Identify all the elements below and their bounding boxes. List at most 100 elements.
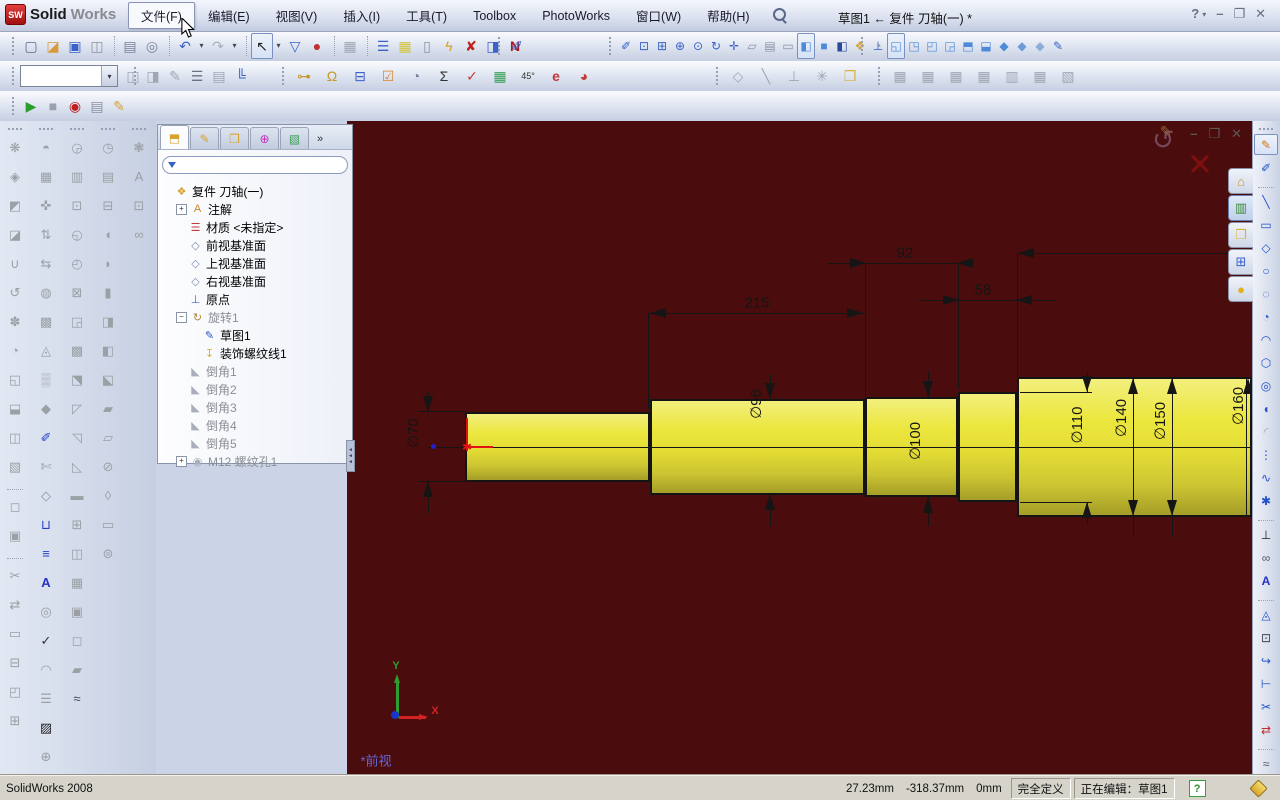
restore-button[interactable]: ❐	[1233, 6, 1245, 22]
equations[interactable]: Σ	[430, 63, 458, 89]
note[interactable]: A	[34, 569, 58, 596]
isometric-view[interactable]: ◆	[995, 33, 1013, 59]
tangent-arc[interactable]: ◠	[1254, 329, 1278, 350]
select-dropdown[interactable]: ▾	[273, 33, 284, 59]
text[interactable]: A	[1254, 570, 1278, 591]
tree-item[interactable]: ◣ 倒角4	[158, 416, 352, 434]
help-button[interactable]: ?	[1191, 6, 1199, 22]
display-delete-relations[interactable]: ∞	[1254, 547, 1278, 568]
wireframe[interactable]: ▱	[743, 33, 761, 59]
back-view[interactable]: ◳	[905, 33, 923, 59]
toolbar-chevron[interactable]: ≈	[65, 685, 89, 712]
left-view[interactable]: ◰	[923, 33, 941, 59]
macro-run[interactable]: ▶	[20, 93, 42, 119]
plane[interactable]: ⊥	[1254, 524, 1278, 545]
tree-item[interactable]: ✎ 草图1	[158, 326, 352, 344]
tree-item[interactable]: ◣ 倒角5	[158, 434, 352, 452]
sketch-entity[interactable]: ✐	[34, 424, 58, 451]
print-preview[interactable]: ◎	[141, 33, 163, 59]
tree-item[interactable]: ◇ 上视基准面	[158, 254, 352, 272]
tree-filter-input[interactable]	[162, 156, 348, 174]
doc-close-button[interactable]: ✕	[1231, 126, 1242, 142]
shaded-with-edges[interactable]: ◧	[797, 33, 815, 59]
graphics-viewport[interactable]: – ❐ ✕ ↺ ✎ ✕ 215 92 58 ∅70 ∅96 ∅100 ∅110 ∅140 ∅150…	[347, 121, 1252, 775]
zoom-to-selection[interactable]: ⊙	[689, 33, 707, 59]
right-view[interactable]: ◲	[941, 33, 959, 59]
open-document[interactable]: ◪	[42, 33, 64, 59]
layer-combobox[interactable]: ▾	[20, 65, 118, 87]
save[interactable]: ▣	[64, 33, 86, 59]
undo-dropdown[interactable]: ▾	[196, 33, 207, 59]
chevron-down-icon[interactable]: ▾	[101, 66, 117, 86]
tree-item[interactable]: ❖ 复件 刀轴(一)	[158, 182, 352, 200]
convert-entities[interactable]: ⊡	[1254, 627, 1278, 648]
sketch-point[interactable]	[391, 711, 399, 719]
panel-splitter-handle[interactable]: ◄ ◄ ◄	[346, 440, 355, 472]
centerline[interactable]: ⋮	[1254, 444, 1278, 465]
sketch-point[interactable]	[430, 443, 436, 449]
perimeter-circle[interactable]: ◌	[1254, 283, 1278, 304]
sketch-picture[interactable]: ◬	[1254, 604, 1278, 625]
zoom-in-out[interactable]: ⊕	[671, 33, 689, 59]
sketch[interactable]: ✎	[1254, 134, 1278, 155]
view-palette-tab[interactable]: ⊞	[1228, 249, 1253, 275]
view-orientation[interactable]: ✎	[1049, 33, 1067, 59]
minimize-button[interactable]: –	[1216, 6, 1223, 22]
new-document[interactable]: ▢	[20, 33, 42, 59]
menu-item-t[interactable]: 工具(T)	[393, 2, 460, 29]
featuremanager-tab[interactable]: ⬒	[160, 125, 189, 149]
attach-document[interactable]: ❒	[836, 63, 864, 89]
appearances-tab[interactable]: ●	[1228, 276, 1253, 302]
circle[interactable]: ○	[1254, 260, 1278, 281]
menu-item-i[interactable]: 插入(I)	[330, 2, 393, 29]
menu-item-e[interactable]: 编辑(E)	[195, 2, 263, 29]
tree-expand-toggle[interactable]: +	[176, 203, 187, 215]
spline[interactable]: ∿	[1254, 467, 1278, 488]
front-view[interactable]: ◱	[887, 33, 905, 59]
menu-item-v[interactable]: 视图(V)	[263, 2, 331, 29]
delete-face[interactable]: ✘	[460, 33, 482, 59]
menu-item-photoworks[interactable]: PhotoWorks	[529, 5, 623, 27]
performance-stats[interactable]: ◔	[402, 63, 430, 89]
line[interactable]: ╲	[1254, 191, 1278, 212]
top-view[interactable]: ⬒	[959, 33, 977, 59]
move-entities[interactable]: ⇄	[1254, 719, 1278, 740]
design-library-tab[interactable]: ▥	[1228, 195, 1253, 221]
tab-overflow[interactable]: »	[310, 128, 330, 149]
tree-item[interactable]: + A 注解	[158, 200, 352, 218]
rebuild[interactable]: ϟ	[438, 33, 460, 59]
tree-item[interactable]: ☰ 材质 <未指定>	[158, 218, 352, 236]
chamfer-dimension[interactable]: ≡	[34, 540, 58, 567]
spell-check[interactable]: ✓	[34, 627, 58, 654]
tree-item[interactable]: + ◉ M12 螺纹孔1	[158, 452, 352, 470]
selection-filter[interactable]: ▽	[284, 33, 306, 59]
ellipse[interactable]: ◎	[1254, 375, 1278, 396]
hidden-lines-removed[interactable]: ▭	[779, 33, 797, 59]
dimxpertmanager-tab[interactable]: ⊕	[250, 127, 279, 149]
tree-item[interactable]: ↧ 装饰螺纹线1	[158, 344, 352, 362]
displaymanager-tab[interactable]: ▧	[280, 127, 309, 149]
photoworks-globe[interactable]: ◕	[570, 63, 598, 89]
section-properties[interactable]: ⊟	[346, 63, 374, 89]
doc-minimize-button[interactable]: –	[1190, 126, 1197, 142]
delete[interactable]: ▯	[416, 33, 438, 59]
tree-expand-toggle[interactable]: +	[176, 455, 187, 467]
zoom-to-area[interactable]: ⊞	[653, 33, 671, 59]
macro-stop[interactable]: ■	[42, 93, 64, 119]
ordinate-dimension[interactable]: ⊔	[34, 511, 58, 538]
status-help-icon[interactable]: ?	[1188, 780, 1206, 797]
measure[interactable]: ⊶	[290, 63, 318, 89]
select[interactable]: ↖	[251, 33, 273, 59]
close-button[interactable]: ✕	[1255, 6, 1266, 22]
help-dropdown-icon[interactable]: ▾	[1202, 10, 1206, 22]
tree-item[interactable]: ⊥ 原点	[158, 290, 352, 308]
quick-snaps[interactable]: ✐	[506, 33, 528, 59]
polygon[interactable]: ⬡	[1254, 352, 1278, 373]
macro-record[interactable]: ◉	[64, 93, 86, 119]
area-hatch[interactable]: ▨	[34, 714, 58, 741]
3d-sketch[interactable]: ✐	[1254, 157, 1278, 178]
tree-item[interactable]: ◇ 右视基准面	[158, 272, 352, 290]
rectangle[interactable]: ▭	[1254, 214, 1278, 235]
doc-restore-button[interactable]: ❐	[1208, 126, 1220, 142]
zoom-to-fit[interactable]: ⊡	[635, 33, 653, 59]
